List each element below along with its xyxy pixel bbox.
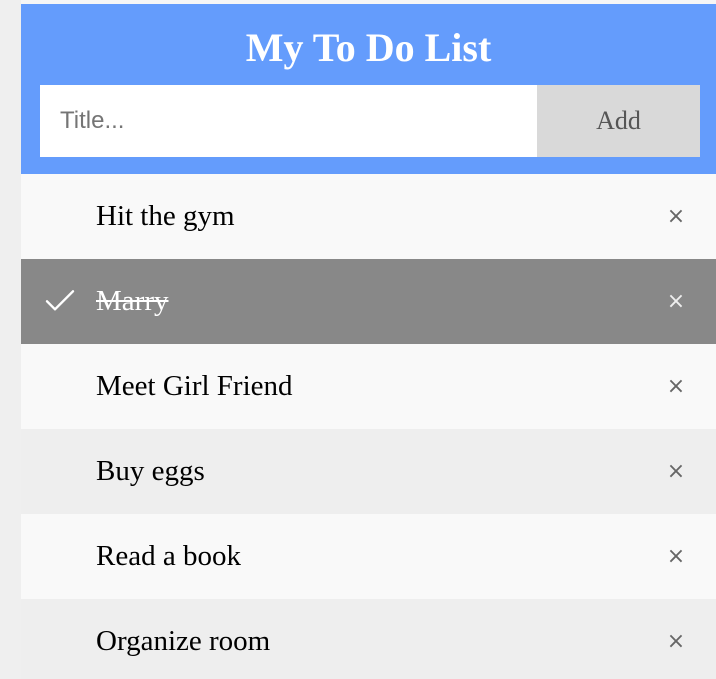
todo-label: Hit the gym xyxy=(96,200,235,232)
todo-item-checked[interactable]: Marry × xyxy=(21,259,716,344)
todo-item[interactable]: Organize room × xyxy=(21,599,716,679)
close-icon[interactable]: × xyxy=(661,372,691,402)
todo-label: Organize room xyxy=(96,625,271,657)
header: My To Do List Add xyxy=(21,4,716,174)
todo-list: Hit the gym × Marry × Meet Girl Friend ×… xyxy=(21,174,716,679)
close-icon[interactable]: × xyxy=(661,457,691,487)
close-icon[interactable]: × xyxy=(661,627,691,657)
todo-item[interactable]: Hit the gym × xyxy=(21,174,716,259)
page-title: My To Do List xyxy=(245,25,492,70)
todo-app: My To Do List Add Hit the gym × Marry × … xyxy=(0,0,716,679)
todo-label: Meet Girl Friend xyxy=(96,370,293,402)
todo-label: Marry xyxy=(96,285,169,317)
add-button[interactable]: Add xyxy=(537,85,700,157)
todo-item[interactable]: Buy eggs × xyxy=(21,429,716,514)
close-icon[interactable]: × xyxy=(661,287,691,317)
todo-label: Read a book xyxy=(96,540,241,572)
left-edge xyxy=(0,0,21,679)
close-icon[interactable]: × xyxy=(661,542,691,572)
todo-label: Buy eggs xyxy=(96,455,205,487)
close-icon[interactable]: × xyxy=(661,202,691,232)
todo-item[interactable]: Read a book × xyxy=(21,514,716,599)
todo-item[interactable]: Meet Girl Friend × xyxy=(21,344,716,429)
check-icon xyxy=(45,289,75,310)
title-input[interactable] xyxy=(40,85,537,157)
